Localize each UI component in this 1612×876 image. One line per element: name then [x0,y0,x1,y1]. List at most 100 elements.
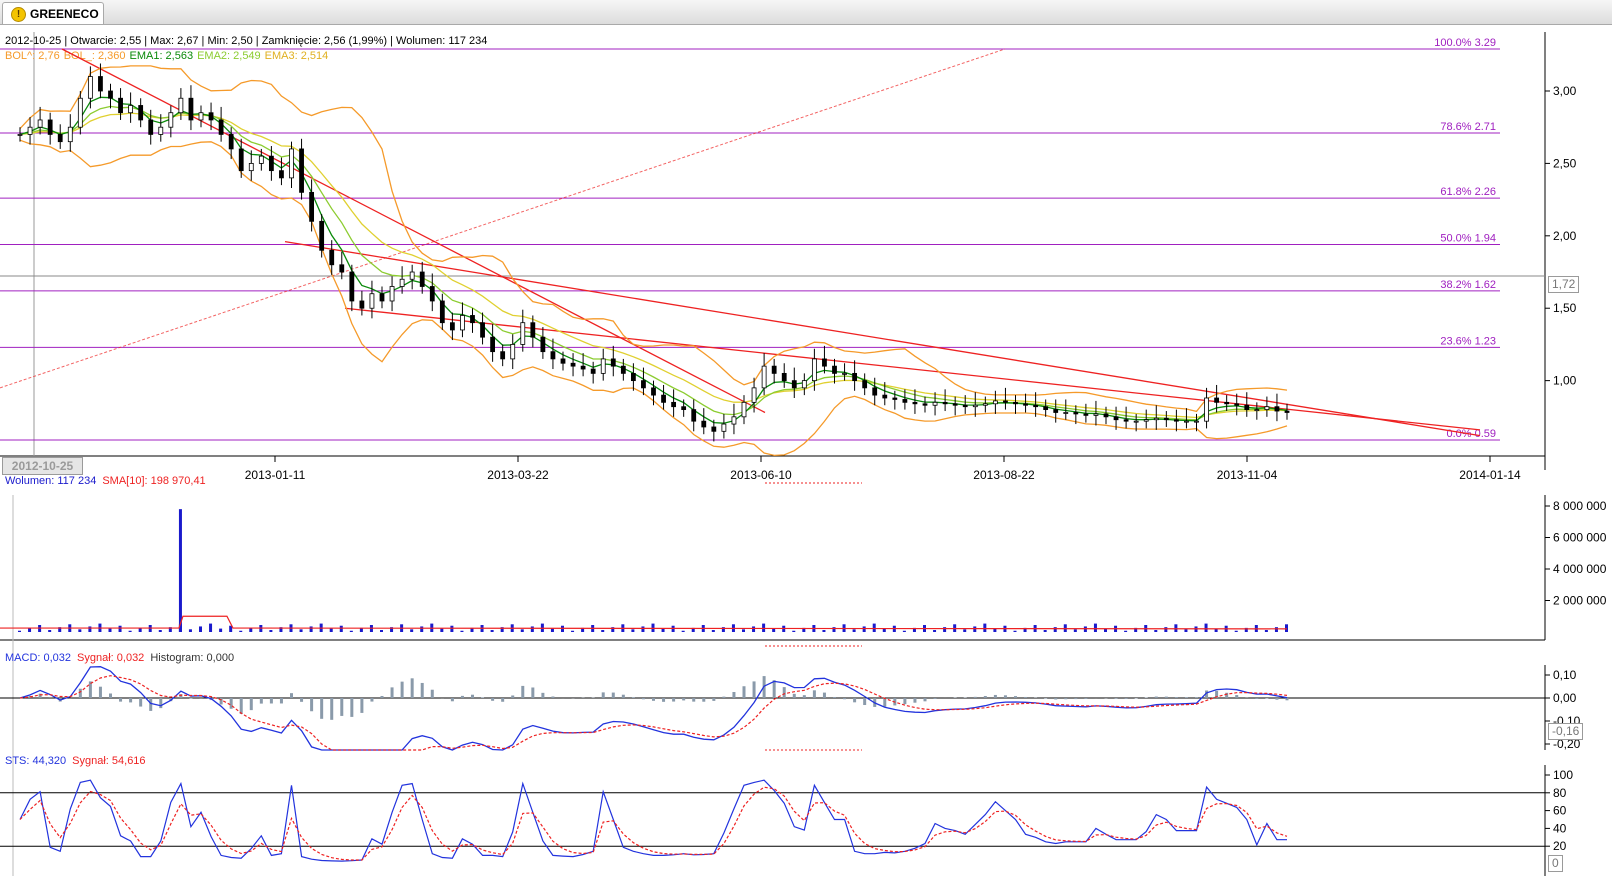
volume-bar [339,625,343,632]
candle-body [128,105,134,114]
candle-body [1274,406,1280,412]
candle-body [1073,412,1079,415]
volume-bar [1184,629,1188,632]
macd-histogram-bar [1195,697,1198,698]
candle-body [500,351,506,360]
sts-tick-label: 20 [1553,839,1567,853]
volume-bar [862,626,866,632]
macd-histogram-bar [1225,692,1229,698]
macd-histogram-bar [310,698,314,712]
candle-body [550,351,556,360]
candle-body [530,322,536,338]
candle-body [208,112,214,121]
macd-line [19,666,1288,751]
candle-body [1264,406,1270,410]
candle-body [560,358,566,364]
legend-bol-dn: BOL_: 2,360 [64,50,126,62]
macd-histogram-bar [320,698,324,719]
candle-body [37,119,43,128]
macd-histogram-bar [812,690,816,698]
candle-body [882,394,888,399]
candle-body [1063,412,1069,414]
candle-body [148,119,154,135]
price-value-box: 1,72 [1548,276,1580,293]
candle-body [540,336,546,353]
chart-canvas[interactable]: 2012-10-25 | Otwarcie: 2,55 | Max: 2,67 … [0,0,1612,876]
volume-bar [1174,624,1178,632]
macd-histogram-bar [631,697,635,698]
volume-bar [209,623,213,632]
volume-bar [88,626,92,632]
macd-histogram-bar [511,695,515,698]
fib-label: 61.8% 2.26 [1440,186,1496,198]
candle-body [852,372,858,382]
macd-histogram-bar [1164,696,1168,698]
candle-body [982,403,988,406]
macd-histogram-bar [752,681,756,698]
candle-body [872,387,878,396]
candle-body [248,163,254,172]
volume-bar [78,629,82,632]
macd-histogram-bar [340,698,344,716]
legend-macd: MACD: 0,032 [5,652,71,664]
candle-body [369,293,375,309]
volume-bar [963,629,967,632]
volume-tick-label: 6 000 000 [1553,531,1607,545]
candle-body [1244,404,1250,410]
candle-body [610,358,616,367]
volume-bar [410,629,414,632]
cursor-date-box: 2012-10-25 [2,457,83,475]
candle-body [258,155,264,164]
macd-histogram-bar [822,692,826,698]
date-tick-label: 2013-06-10 [730,468,792,482]
macd-value-box: -0,16 [1548,723,1584,740]
candle-body [1163,417,1169,421]
candle-body [118,97,123,114]
volume-bar [108,628,112,632]
volume-bar [762,623,766,632]
candle-body [1214,397,1220,403]
volume-bar [239,630,243,632]
sts-signal-line [19,786,1288,861]
candle-body [339,264,345,273]
candle-body [178,97,184,114]
macd-histogram-bar [541,692,545,698]
legend-volume: Wolumen: 117 234 [5,475,96,487]
macd-histogram-bar [149,698,153,711]
candle-body [681,406,687,410]
candle-body [329,249,335,266]
volume-bar [1043,630,1047,632]
candle-body [1143,419,1149,422]
volume-bar [1154,630,1158,632]
volume-bar [490,630,494,632]
candle-body [67,126,73,143]
macd-histogram-bar [1255,698,1259,699]
date-tick-label: 2013-01-11 [245,468,306,482]
candle-body [1234,403,1240,406]
macd-histogram-bar [913,698,917,703]
macd-histogram-bar [1003,695,1007,698]
candle-body [671,401,677,408]
macd-histogram-bar [722,696,726,698]
macd-histogram-bar [279,698,283,704]
macd-histogram-bar [189,698,193,699]
volume-bar [641,626,645,632]
fib-label: 50.0% 1.94 [1440,233,1496,245]
candle-body [1204,397,1209,422]
volume-bar [1234,630,1238,632]
candle-body [439,300,445,324]
macd-histogram-bar [471,694,474,698]
macd-histogram-bar [792,693,796,698]
candle-body [449,322,455,331]
candle-body [1113,416,1119,421]
candle-body [460,315,465,331]
volume-bar [983,623,987,632]
volume-bar [631,629,635,632]
macd-histogram-bar [159,698,163,709]
candle-body [801,380,807,389]
legend-bol-up: BOL^: 2,76 [5,50,60,62]
candle-body [711,426,717,432]
macd-tick-label: 0,00 [1553,691,1577,705]
candle-body [1284,410,1290,413]
candle-body [87,76,93,99]
